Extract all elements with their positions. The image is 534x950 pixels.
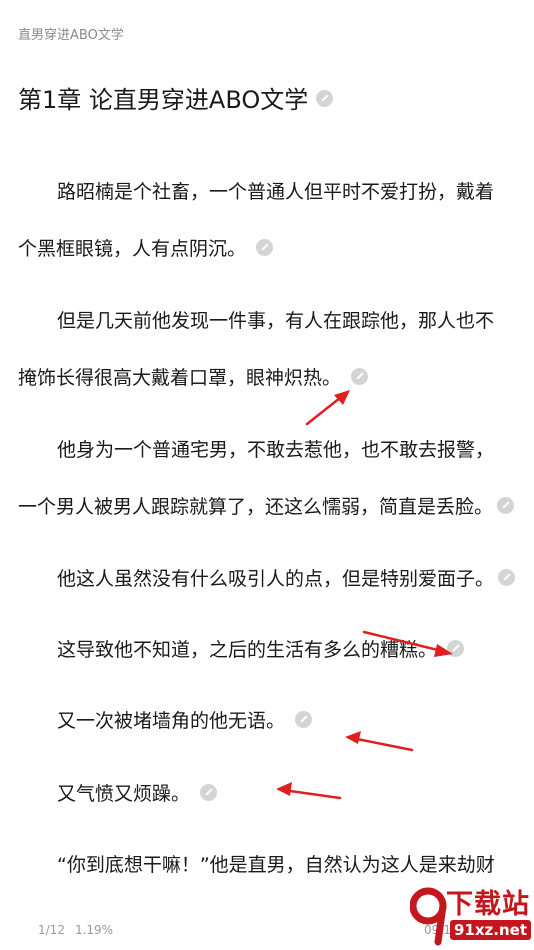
paragraph-text: 这导致他不知道，之后的生活有多么的糟糕。 <box>57 639 438 661</box>
pencil-comment-icon[interactable] <box>295 711 313 728</box>
annotation-arrow <box>345 731 414 752</box>
paragraph-line: 又气愤又烦躁。 <box>57 782 218 806</box>
pencil-comment-icon[interactable] <box>351 368 369 385</box>
paragraph-line: 但是几天前他发现一件事，有人在跟踪他，那人也不 <box>57 309 494 333</box>
paragraph-text: 他这人虽然没有什么吸引人的点，但是特别爱面子。 <box>57 568 495 590</box>
paragraph-line: 他身为一个普通宅男，不敢去惹他，也不敢去报警， <box>57 438 494 462</box>
paragraph-text: 个黑框眼镜，人有点阴沉。 <box>18 238 247 260</box>
annotation-arrows <box>276 390 453 800</box>
progress-percent: 1.19% <box>74 923 114 937</box>
paragraph-line: 这导致他不知道，之后的生活有多么的糟糕。 <box>57 638 465 662</box>
paragraph-text: 他身为一个普通宅男，不敢去惹他，也不敢去报警， <box>57 439 495 461</box>
paragraph-line: 他这人虽然没有什么吸引人的点，但是特别爱面子。 <box>57 567 516 591</box>
watermark-logo-icon <box>410 887 447 946</box>
watermark-text: 下载站 <box>446 889 530 920</box>
paragraph-line: 路昭楠是个社畜，一个普通人但平时不爱打扮，戴着 <box>57 180 494 204</box>
paragraph-text: “你到底想干嘛！”他是直男，自然认为这人是来劫财 <box>57 854 495 876</box>
paragraph-text: 又一次被堵墙角的他无语。 <box>57 710 286 732</box>
reading-status-bar: 1/12 1.19% <box>38 923 123 937</box>
pencil-comment-icon[interactable] <box>200 784 218 801</box>
chapter-title: 第1章 论直男穿进ABO文学 <box>18 80 334 115</box>
paragraph-text: 掩饰长得很高大戴着口罩，眼神炽热。 <box>18 367 342 389</box>
pencil-comment-icon[interactable] <box>498 569 516 586</box>
annotation-arrow <box>305 390 350 426</box>
paragraph-text: 一个男人被男人跟踪就算了，还这么懦弱，简直是丢脸。 <box>18 496 494 518</box>
watermark-url: 91xz.net <box>450 920 532 940</box>
pencil-comment-icon[interactable] <box>256 239 274 256</box>
annotation-arrow <box>276 782 342 800</box>
paragraph-text: 但是几天前他发现一件事，有人在跟踪他，那人也不 <box>57 310 495 332</box>
paragraph-text: 又气愤又烦躁。 <box>57 783 191 805</box>
page-counter: 1/12 <box>38 923 65 937</box>
book-title: 直男穿进ABO文学 <box>18 28 124 43</box>
pencil-comment-icon[interactable] <box>497 497 515 514</box>
pencil-comment-icon[interactable] <box>447 640 465 657</box>
chapter-title-text: 第1章 论直男穿进ABO文学 <box>18 86 309 114</box>
paragraph-line: 又一次被堵墙角的他无语。 <box>57 709 313 733</box>
paragraph-text: 路昭楠是个社畜，一个普通人但平时不爱打扮，戴着 <box>57 181 495 203</box>
pencil-comment-icon[interactable] <box>316 89 334 107</box>
paragraph-line: “你到底想干嘛！”他是直男，自然认为这人是来劫财 <box>57 853 495 877</box>
watermark: 下载站 91xz.net <box>410 880 534 950</box>
paragraph-line: 个黑框眼镜，人有点阴沉。 <box>18 237 274 261</box>
paragraph-line: 一个男人被男人跟踪就算了，还这么懦弱，简直是丢脸。 <box>18 495 515 519</box>
paragraph-line: 掩饰长得很高大戴着口罩，眼神炽热。 <box>18 366 369 390</box>
